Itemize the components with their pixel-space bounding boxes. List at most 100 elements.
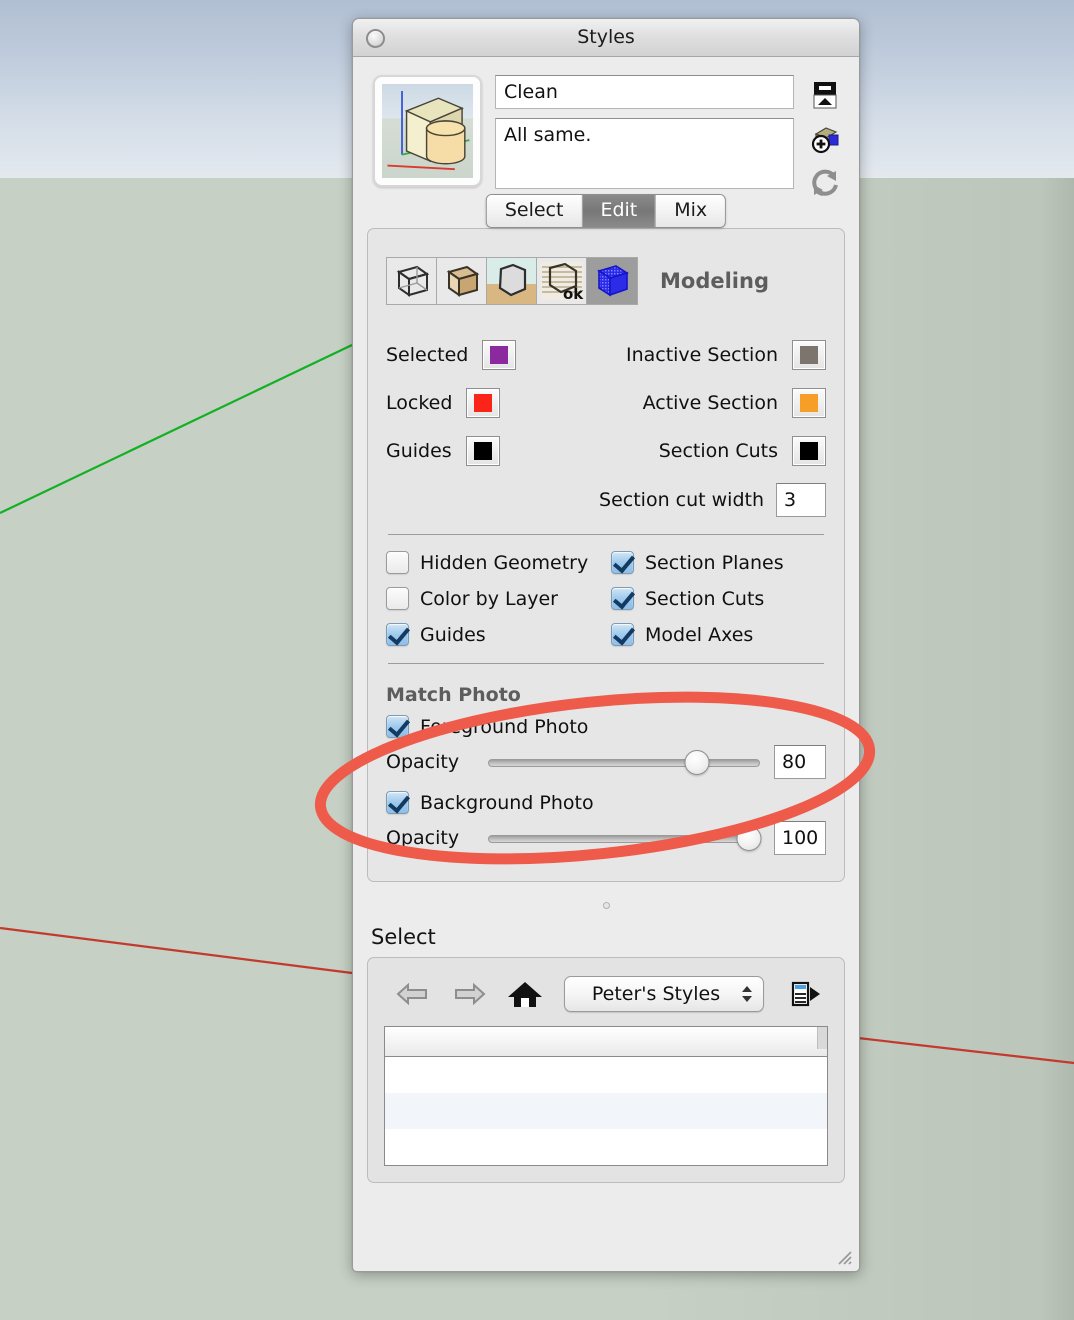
checkbox-box[interactable]	[386, 715, 409, 738]
face-settings-icon[interactable]	[437, 258, 487, 304]
slider-track	[488, 759, 760, 767]
thumbnail-canvas	[382, 84, 473, 178]
watermark-settings-icon[interactable]: ok	[537, 258, 587, 304]
list-item[interactable]	[385, 1093, 827, 1129]
select-section-label: Select	[371, 925, 436, 949]
list-item[interactable]	[385, 1057, 827, 1093]
list-item[interactable]	[385, 1129, 827, 1165]
checkbox-box[interactable]	[611, 587, 634, 610]
color-row-selected: Selected Inactive Section	[386, 331, 826, 379]
update-style-with-changes-icon	[812, 169, 838, 196]
style-list[interactable]	[384, 1026, 828, 1166]
select-pane: Peter's Styles	[367, 957, 845, 1183]
thumbnail-model-svg	[387, 90, 470, 171]
display-checkboxes: Hidden Geometry Section Planes Color by …	[386, 551, 826, 646]
background-opacity-input[interactable]: 100	[774, 821, 826, 855]
edge-settings-icon[interactable]	[387, 258, 437, 304]
tab-edit[interactable]: Edit	[582, 195, 657, 227]
back-button[interactable]	[394, 977, 432, 1011]
style-folder-select[interactable]: Peter's Styles	[564, 976, 764, 1012]
forward-button[interactable]	[450, 977, 488, 1011]
section-cuts-color-swatch[interactable]	[792, 436, 826, 466]
inactive-section-color-swatch[interactable]	[792, 340, 826, 370]
checkbox-section-cuts[interactable]: Section Cuts	[611, 587, 826, 610]
color-row-guides: Guides Section Cuts	[386, 427, 826, 475]
selected-label: Selected	[386, 344, 469, 366]
checkbox-label: Guides	[420, 623, 486, 646]
slider-knob[interactable]	[736, 826, 762, 851]
checkbox-label: Foreground Photo	[420, 715, 589, 738]
color-settings: Selected Inactive Section Locked Active …	[386, 331, 826, 517]
checkbox-section-planes[interactable]: Section Planes	[611, 551, 826, 574]
checkbox-box[interactable]	[611, 551, 634, 574]
style-description-input[interactable]: All same.	[495, 118, 794, 189]
home-button[interactable]	[506, 977, 544, 1011]
locked-color-swatch[interactable]	[466, 388, 501, 418]
style-preview-thumbnail[interactable]	[373, 75, 482, 187]
watermark-glyph: ok	[541, 262, 584, 303]
checkbox-box[interactable]	[386, 791, 409, 814]
tab-select[interactable]: Select	[486, 195, 583, 227]
background-opacity-row: Opacity 100	[386, 821, 826, 855]
checkbox-background-photo[interactable]: Background Photo	[386, 791, 826, 814]
slider-track	[488, 835, 760, 843]
panel-body: Clean All same. Select Edit Mix ok Model…	[353, 57, 859, 1271]
create-new-style-button[interactable]	[809, 123, 841, 155]
checkbox-box[interactable]	[386, 551, 409, 574]
section-cut-width-row: Section cut width 3	[386, 483, 826, 517]
background-opacity-slider[interactable]	[488, 825, 762, 851]
update-style-button[interactable]	[809, 167, 841, 199]
background-settings-icon[interactable]	[487, 258, 537, 304]
resize-grip-icon[interactable]	[834, 1247, 852, 1265]
foreground-opacity-slider[interactable]	[488, 749, 760, 775]
guides-label: Guides	[386, 440, 452, 462]
slider-knob[interactable]	[684, 750, 710, 775]
checkbox-guides[interactable]: Guides	[386, 623, 601, 646]
mode-tabs: Select Edit Mix	[485, 194, 727, 228]
checkbox-box[interactable]	[386, 623, 409, 646]
checkbox-label: Section Cuts	[645, 587, 765, 610]
checkbox-label: Model Axes	[645, 623, 754, 646]
window-titlebar[interactable]: Styles	[353, 19, 859, 57]
style-folder-value: Peter's Styles	[591, 983, 721, 1005]
toggle-secondary-pane-button[interactable]	[809, 79, 841, 111]
styles-dialog-window: Styles Clean All same. Select Edit Mix o…	[352, 18, 860, 1272]
background-sky-ground-glyph	[487, 258, 536, 304]
active-section-color-swatch[interactable]	[792, 388, 826, 418]
home-icon	[508, 982, 542, 1007]
checkbox-label: Background Photo	[420, 791, 594, 814]
tab-mix[interactable]: Mix	[656, 195, 726, 227]
foreground-opacity-row: Opacity 80	[386, 745, 826, 779]
style-name-column: Clean All same.	[495, 75, 794, 189]
details-button[interactable]	[784, 977, 822, 1011]
checkbox-box[interactable]	[611, 623, 634, 646]
checkbox-color-by-layer[interactable]: Color by Layer	[386, 587, 601, 610]
back-arrow-icon	[396, 982, 427, 1006]
style-list-header	[385, 1027, 827, 1057]
checkbox-model-axes[interactable]: Model Axes	[611, 623, 826, 646]
selected-color-swatch[interactable]	[482, 340, 517, 370]
checkbox-foreground-photo[interactable]: Foreground Photo	[386, 715, 826, 738]
section-cuts-label: Section Cuts	[658, 440, 778, 462]
settings-mode-label: Modeling	[660, 269, 769, 293]
create-new-style-icon	[811, 127, 839, 154]
close-circle-icon[interactable]	[366, 29, 385, 48]
foreground-opacity-label: Opacity	[386, 751, 460, 773]
pane-splitter-handle[interactable]	[353, 882, 859, 915]
checkbox-box[interactable]	[386, 587, 409, 610]
checkbox-hidden-geometry[interactable]: Hidden Geometry	[386, 551, 601, 574]
scrollbar-nub[interactable]	[817, 1027, 827, 1049]
section-cut-width-label: Section cut width	[599, 489, 764, 511]
style-browser-toolbar: Peter's Styles	[384, 976, 828, 1026]
chevron-up-down-icon	[737, 984, 763, 1004]
foreground-opacity-input[interactable]: 80	[774, 745, 826, 779]
section-cut-width-input[interactable]: 3	[776, 483, 826, 517]
guides-color-swatch[interactable]	[465, 436, 500, 466]
checkbox-label: Section Planes	[645, 551, 784, 574]
background-opacity-label: Opacity	[386, 827, 460, 849]
details-flyout-icon	[791, 981, 820, 1007]
modeling-settings-icon[interactable]	[587, 258, 637, 304]
shaded-cube-glyph	[446, 265, 480, 297]
style-name-input[interactable]: Clean	[495, 75, 794, 109]
edit-pane: ok Modeling Selected Inactive Section Lo…	[367, 228, 845, 882]
